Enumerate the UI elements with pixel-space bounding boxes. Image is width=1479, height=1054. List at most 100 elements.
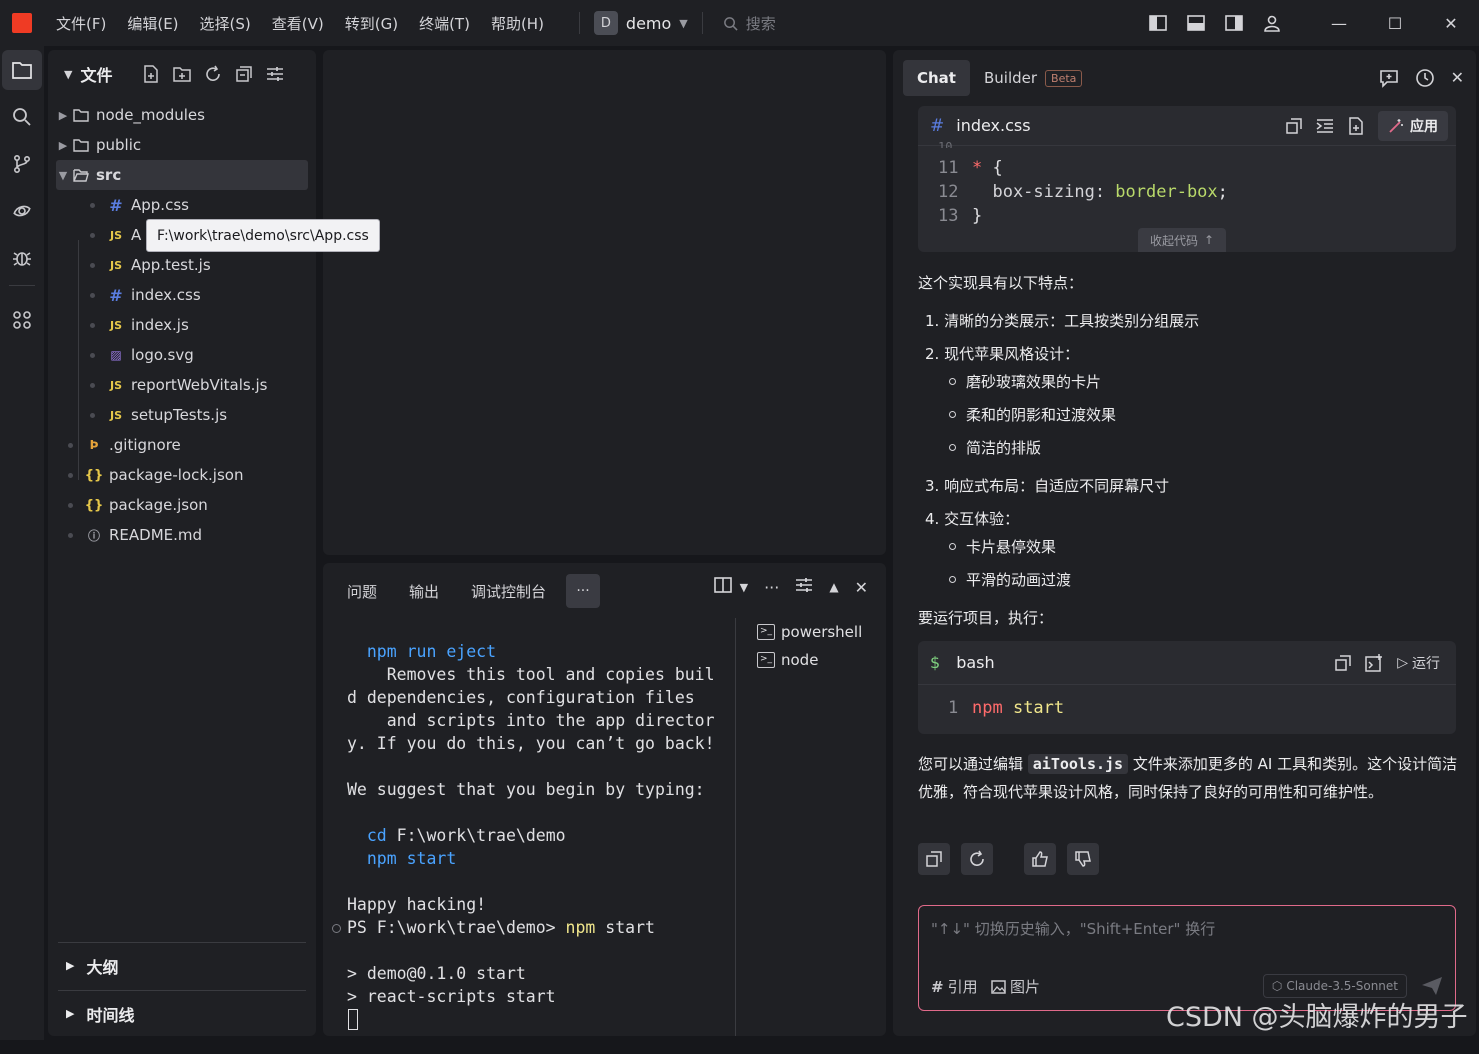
terminal-instance-powershell[interactable]: >_ powershell: [757, 623, 862, 641]
tree-file-app-test-js[interactable]: JS App.test.js: [56, 250, 308, 280]
term-line: > demo@0.1.0 start: [347, 964, 526, 983]
search-input[interactable]: 搜索: [723, 13, 776, 34]
add-to-terminal-icon[interactable]: [1365, 654, 1383, 672]
close-window-button[interactable]: ✕: [1423, 0, 1479, 46]
collapse-all-icon[interactable]: [235, 65, 253, 83]
close-icon[interactable]: ✕: [855, 578, 868, 597]
toggle-panel-icon[interactable]: [1177, 0, 1215, 46]
split-terminal-icon[interactable]: [713, 577, 732, 597]
tree-file-index-css[interactable]: # index.css: [56, 280, 308, 310]
sliders-icon[interactable]: [795, 577, 813, 597]
list-item: 2. 现代苹果风格设计：: [925, 345, 1080, 363]
settings-sliders-icon[interactable]: [266, 65, 284, 83]
search-placeholder: 搜索: [745, 14, 776, 33]
timeline-section[interactable]: ▶ 时间线: [58, 990, 306, 1036]
menu-terminal[interactable]: 终端(T): [419, 13, 470, 34]
regenerate-button[interactable]: [961, 843, 993, 875]
code-token: *: [972, 158, 983, 178]
code-line: 11 * {: [938, 158, 1003, 178]
chevron-down-icon[interactable]: ▼: [740, 581, 748, 594]
list-text: 柔和的阴影和过渡效果: [966, 406, 1117, 424]
insert-code-icon[interactable]: [1316, 118, 1334, 134]
outline-section[interactable]: ▶ 大纲: [58, 942, 306, 988]
collapse-code-button[interactable]: 收起代码 ↑: [1138, 228, 1227, 252]
explorer-icon[interactable]: [2, 50, 42, 90]
thumbs-down-button[interactable]: [1067, 843, 1099, 875]
tab-output[interactable]: 输出: [409, 581, 439, 602]
terminal-instance-node[interactable]: >_ node: [757, 651, 818, 669]
ai-chat-panel: Chat Builder Beta ✕ # index.css 应用 10 11…: [893, 50, 1476, 1036]
remote-icon[interactable]: [2, 191, 42, 231]
menu-select[interactable]: 选择(S): [200, 13, 251, 34]
tab-debug-console[interactable]: 调试控制台: [471, 581, 546, 602]
apply-button[interactable]: 应用: [1378, 111, 1448, 141]
chevron-down-icon[interactable]: ▼: [64, 68, 72, 81]
copy-message-button[interactable]: [918, 843, 950, 875]
menu-view[interactable]: 查看(V): [272, 13, 324, 34]
tree-folder-public[interactable]: ▶ public: [56, 130, 308, 160]
chevron-up-icon[interactable]: ▲: [829, 580, 838, 594]
divider: [701, 12, 703, 34]
command-marker-icon: [332, 924, 341, 933]
send-icon: [1422, 977, 1442, 995]
thumbs-up-button[interactable]: [1024, 843, 1056, 875]
tree-label: setupTests.js: [131, 406, 228, 424]
copy-icon[interactable]: [1335, 655, 1351, 671]
copy-icon[interactable]: [1286, 118, 1302, 134]
tab-problems[interactable]: 问题: [347, 581, 377, 602]
extensions-icon[interactable]: [2, 300, 42, 340]
toggle-aux-panel-icon[interactable]: [1215, 0, 1253, 46]
chevron-right-icon: ▶: [66, 959, 75, 972]
debug-icon[interactable]: [2, 238, 42, 278]
menu-file[interactable]: 文件(F): [56, 13, 106, 34]
history-icon[interactable]: [1415, 68, 1435, 88]
tree-file-package-lock[interactable]: {} package-lock.json: [56, 460, 308, 490]
terminal-instance-label: powershell: [781, 623, 863, 641]
new-file-icon[interactable]: [142, 65, 160, 83]
line-number: 13: [938, 206, 959, 226]
tree-file-logo-svg[interactable]: ▨ logo.svg: [56, 340, 308, 370]
tab-chat[interactable]: Chat: [903, 60, 970, 96]
tree-folder-src[interactable]: ▼ src: [56, 160, 308, 190]
run-button[interactable]: ▷ 运行: [1397, 653, 1440, 673]
more-icon[interactable]: ···: [764, 578, 779, 597]
toggle-sidebar-icon[interactable]: [1139, 0, 1177, 46]
source-control-icon[interactable]: [2, 144, 42, 184]
tree-label: README.md: [109, 526, 203, 544]
code-token: start: [1002, 698, 1065, 718]
terminal-output[interactable]: npm run eject Removes this tool and copi…: [347, 617, 727, 1054]
new-file-icon[interactable]: [1348, 117, 1364, 135]
account-icon[interactable]: [1253, 0, 1291, 46]
csdn-watermark: CSDN @头脑爆炸的男子: [1166, 1002, 1468, 1033]
project-switcher[interactable]: D demo ▼: [593, 11, 688, 35]
list-item: 柔和的阴影和过渡效果: [949, 404, 1116, 425]
close-icon[interactable]: ✕: [1451, 68, 1464, 88]
tree-file-gitignore[interactable]: Ϸ .gitignore: [56, 430, 308, 460]
minimize-button[interactable]: —: [1311, 0, 1367, 46]
new-folder-icon[interactable]: [173, 65, 192, 83]
reference-button[interactable]: # 引用: [931, 976, 978, 997]
image-button[interactable]: 图片: [991, 976, 1040, 997]
more-tabs-button[interactable]: ···: [566, 574, 601, 608]
code-filename: index.css: [956, 116, 1031, 135]
term-line: Removes this tool and copies buil: [347, 665, 715, 684]
tree-file-readme[interactable]: ⓘ README.md: [56, 520, 308, 550]
new-chat-icon[interactable]: [1379, 68, 1399, 88]
tree-file-index-js[interactable]: JS index.js: [56, 310, 308, 340]
menu-goto[interactable]: 转到(G): [345, 13, 398, 34]
maximize-button[interactable]: ☐: [1367, 0, 1423, 46]
tree-file-package-json[interactable]: {} package.json: [56, 490, 308, 520]
chevron-right-icon: ▶: [58, 138, 68, 152]
menu-edit[interactable]: 编辑(E): [127, 13, 178, 34]
tree-file-setup-tests[interactable]: JS setupTests.js: [56, 400, 308, 430]
code-line: 13}: [938, 206, 982, 226]
tab-builder[interactable]: Builder Beta: [970, 60, 1096, 96]
menu-help[interactable]: 帮助(H): [491, 13, 544, 34]
search-icon[interactable]: [2, 97, 42, 137]
refresh-icon[interactable]: [204, 65, 222, 83]
js-icon: JS: [109, 228, 122, 242]
tree-folder-node-modules[interactable]: ▶ node_modules: [56, 100, 308, 130]
tree-file-report-web-vitals[interactable]: JS reportWebVitals.js: [56, 370, 308, 400]
tree-file-app-css[interactable]: # App.css: [56, 190, 308, 220]
tree-label: public: [96, 136, 142, 154]
